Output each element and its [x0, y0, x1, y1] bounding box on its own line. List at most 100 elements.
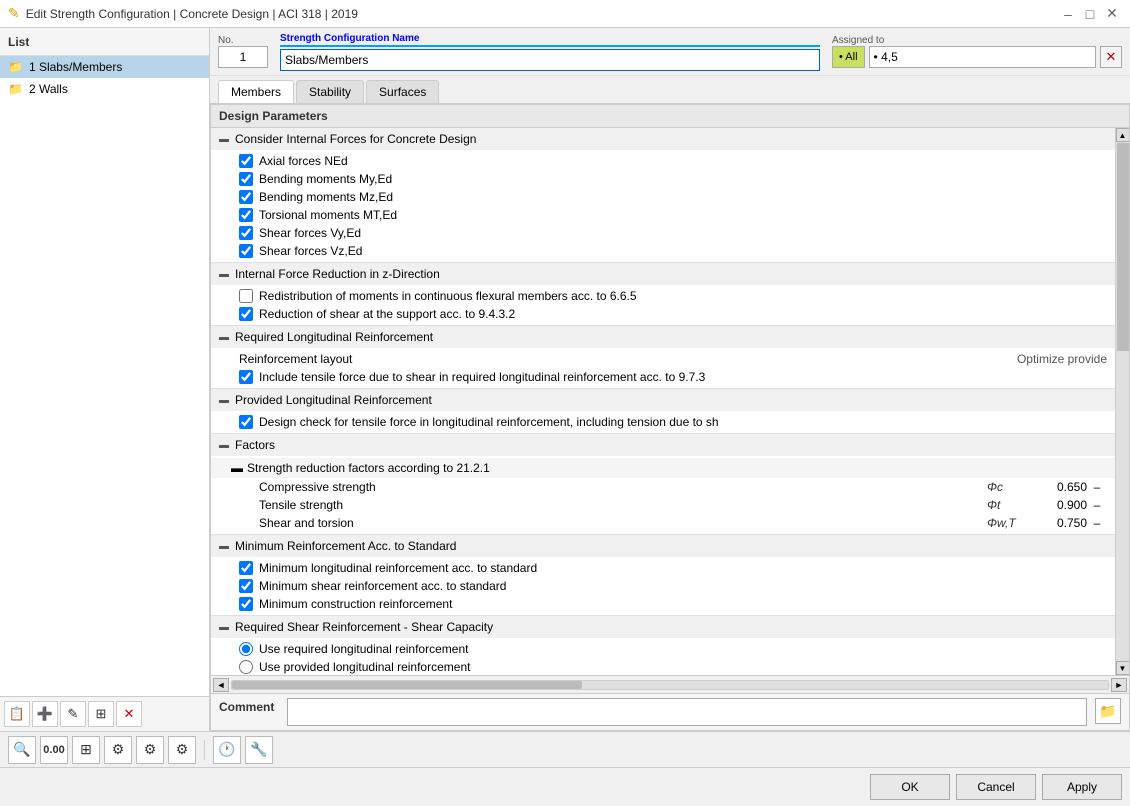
- assigned-all-button[interactable]: • All: [832, 46, 865, 68]
- radio-provided-long[interactable]: [239, 660, 253, 674]
- apply-button[interactable]: Apply: [1042, 774, 1122, 800]
- checkbox-axial[interactable]: [239, 154, 253, 168]
- section-title-consider-internal: Consider Internal Forces for Concrete De…: [235, 132, 476, 146]
- cb-min-construction: Minimum construction reinforcement: [211, 595, 1115, 613]
- sidebar-grid-button[interactable]: ⊞: [88, 701, 114, 727]
- sidebar-delete-button[interactable]: ✕: [116, 701, 142, 727]
- radio-use-provided: Use provided longitudinal reinforcement: [211, 658, 1115, 675]
- settings3-toolbar-button[interactable]: ⚙: [168, 736, 196, 764]
- main-container: List 📁 1 Slabs/Members 📁 2 Walls 📋 ➕ ✎ ⊞…: [0, 28, 1130, 806]
- checkbox-redistribution[interactable]: [239, 289, 253, 303]
- factor-compressive: Compressive strength Φc 0.650 –: [211, 478, 1115, 496]
- section-title-required-long: Required Longitudinal Reinforcement: [235, 330, 433, 344]
- comment-input[interactable]: [287, 698, 1087, 726]
- assigned-input[interactable]: [869, 46, 1096, 68]
- maximize-button[interactable]: □: [1080, 4, 1100, 24]
- cb-bending-my: Bending moments My,Ed: [211, 170, 1115, 188]
- settings2-toolbar-button[interactable]: ⚙: [136, 736, 164, 764]
- sidebar-item-slabs[interactable]: 📁 1 Slabs/Members: [0, 56, 209, 78]
- header-row: No. Strength Configuration Name Assigned…: [210, 28, 1130, 76]
- collapse-icon-7: ▬: [219, 622, 231, 633]
- sidebar-copy-button[interactable]: 📋: [4, 701, 30, 727]
- factor-tensile-name: Tensile strength: [259, 498, 987, 512]
- reinforcement-layout-value: Optimize provide: [1017, 352, 1107, 366]
- section-title-internal-reduction: Internal Force Reduction in z-Direction: [235, 267, 440, 281]
- grid-toolbar-button[interactable]: ⊞: [72, 736, 100, 764]
- checkbox-reduction-shear[interactable]: [239, 307, 253, 321]
- section-header-required-long[interactable]: ▬ Required Longitudinal Reinforcement: [211, 326, 1115, 348]
- collapse-icon-5: ▬: [219, 440, 231, 451]
- factor-compressive-value: 0.650: [1027, 480, 1087, 494]
- scroll-up-button[interactable]: ▲: [1116, 128, 1130, 142]
- no-field: No.: [218, 35, 268, 68]
- checkbox-bending-my[interactable]: [239, 172, 253, 186]
- no-input[interactable]: [218, 46, 268, 68]
- checkbox-bending-mz[interactable]: [239, 190, 253, 204]
- cb-shear-vy: Shear forces Vy,Ed: [211, 224, 1115, 242]
- section-header-factors[interactable]: ▬ Factors: [211, 434, 1115, 456]
- history-toolbar-button[interactable]: 🕐: [213, 736, 241, 764]
- collapse-icon-3: ▬: [219, 332, 231, 343]
- folder-icon-slabs: 📁: [8, 60, 23, 74]
- checkbox-shear-vy[interactable]: [239, 226, 253, 240]
- label-use-required: Use required longitudinal reinforcement: [259, 642, 468, 656]
- checkbox-min-shear[interactable]: [239, 579, 253, 593]
- scroll-right-button[interactable]: ►: [1111, 678, 1127, 692]
- checkbox-design-check[interactable]: [239, 415, 253, 429]
- sub-section-strength-reduction[interactable]: ▬ Strength reduction factors according t…: [211, 458, 1115, 478]
- section-content-6: Minimum longitudinal reinforcement acc. …: [211, 557, 1115, 615]
- section-content-7: Use required longitudinal reinforcement …: [211, 638, 1115, 675]
- checkbox-shear-vz[interactable]: [239, 244, 253, 258]
- cb-torsional: Torsional moments MT,Ed: [211, 206, 1115, 224]
- collapse-icon-2: ▬: [219, 269, 231, 280]
- section-header-internal-reduction[interactable]: ▬ Internal Force Reduction in z-Directio…: [211, 263, 1115, 285]
- comment-browse-button[interactable]: 📁: [1095, 698, 1121, 724]
- cancel-button[interactable]: Cancel: [956, 774, 1036, 800]
- checkbox-include-tensile[interactable]: [239, 370, 253, 384]
- collapse-icon-6: ▬: [219, 541, 231, 552]
- section-provided-long: ▬ Provided Longitudinal Reinforcement De…: [211, 389, 1115, 434]
- params-scroll[interactable]: ▬ Consider Internal Forces for Concrete …: [211, 128, 1115, 675]
- sidebar-edit-button[interactable]: ✎: [60, 701, 86, 727]
- tab-surfaces[interactable]: Surfaces: [366, 80, 439, 103]
- value-toolbar-button[interactable]: 0.00: [40, 736, 68, 764]
- right-panel: No. Strength Configuration Name Assigned…: [210, 28, 1130, 731]
- section-factors: ▬ Factors ▬ Strength reduction factors a…: [211, 434, 1115, 535]
- sidebar-bottom-toolbar: 📋 ➕ ✎ ⊞ ✕: [0, 696, 209, 731]
- config-name-input[interactable]: [280, 49, 820, 71]
- section-title-required-shear: Required Shear Reinforcement - Shear Cap…: [235, 620, 493, 634]
- vertical-scrollbar[interactable]: ▲ ▼: [1115, 128, 1129, 675]
- toolbar-separator: [204, 740, 205, 760]
- section-header-provided-long[interactable]: ▬ Provided Longitudinal Reinforcement: [211, 389, 1115, 411]
- checkbox-torsional[interactable]: [239, 208, 253, 222]
- label-min-construction: Minimum construction reinforcement: [259, 597, 452, 611]
- ok-button[interactable]: OK: [870, 774, 950, 800]
- checkbox-min-longitudinal[interactable]: [239, 561, 253, 575]
- settings1-toolbar-button[interactable]: ⚙: [104, 736, 132, 764]
- section-content-4: Design check for tensile force in longit…: [211, 411, 1115, 433]
- assigned-clear-button[interactable]: ✕: [1100, 46, 1122, 68]
- section-header-required-shear[interactable]: ▬ Required Shear Reinforcement - Shear C…: [211, 616, 1115, 638]
- sidebar-add-button[interactable]: ➕: [32, 701, 58, 727]
- design-params-header: Design Parameters: [211, 105, 1129, 128]
- config-toolbar-button[interactable]: 🔧: [245, 736, 273, 764]
- content-area: List 📁 1 Slabs/Members 📁 2 Walls 📋 ➕ ✎ ⊞…: [0, 28, 1130, 731]
- scroll-left-button[interactable]: ◄: [213, 678, 229, 692]
- close-button[interactable]: ✕: [1102, 4, 1122, 24]
- radio-required-long[interactable]: [239, 642, 253, 656]
- scroll-down-button[interactable]: ▼: [1116, 661, 1130, 675]
- minimize-button[interactable]: –: [1058, 4, 1078, 24]
- name-label: Strength Configuration Name: [280, 33, 820, 47]
- section-header-min-reinforcement[interactable]: ▬ Minimum Reinforcement Acc. to Standard: [211, 535, 1115, 557]
- cb-include-tensile: Include tensile force due to shear in re…: [211, 368, 1115, 386]
- section-min-reinforcement: ▬ Minimum Reinforcement Acc. to Standard…: [211, 535, 1115, 616]
- section-header-consider-internal[interactable]: ▬ Consider Internal Forces for Concrete …: [211, 128, 1115, 150]
- tab-members[interactable]: Members: [218, 80, 294, 103]
- folder-icon-walls: 📁: [8, 82, 23, 96]
- search-toolbar-button[interactable]: 🔍: [8, 736, 36, 764]
- checkbox-min-construction[interactable]: [239, 597, 253, 611]
- sidebar-item-walls[interactable]: 📁 2 Walls: [0, 78, 209, 100]
- label-axial: Axial forces NEd: [259, 154, 348, 168]
- tab-stability[interactable]: Stability: [296, 80, 364, 103]
- title-text: Edit Strength Configuration | Concrete D…: [26, 7, 1052, 21]
